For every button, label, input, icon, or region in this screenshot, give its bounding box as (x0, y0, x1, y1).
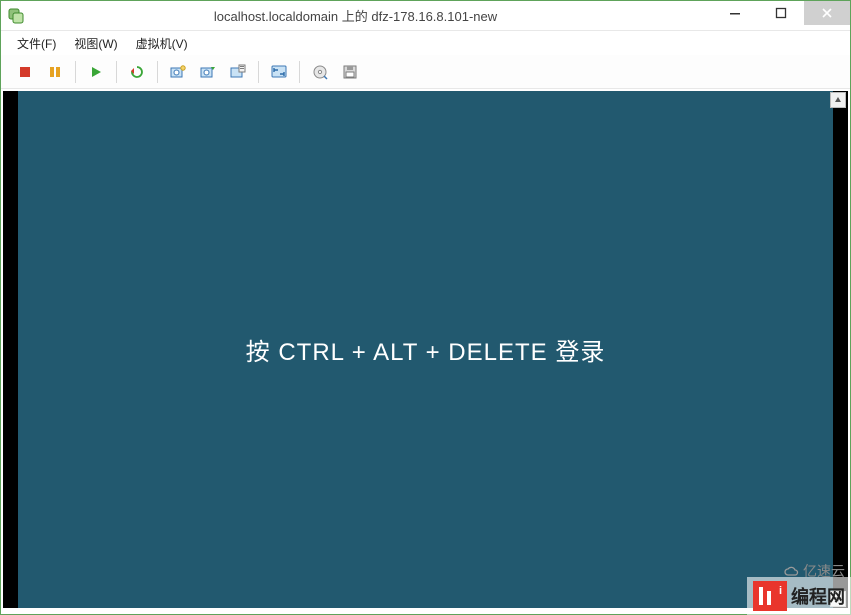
suspend-button[interactable] (41, 59, 69, 85)
toolbar (1, 55, 850, 89)
connect-floppy-button[interactable] (336, 59, 364, 85)
revert-snapshot-button[interactable] (224, 59, 252, 85)
window-title: localhost.localdomain 上的 dfz-178.16.8.10… (1, 6, 710, 25)
vmware-console-window: localhost.localdomain 上的 dfz-178.16.8.10… (0, 0, 851, 615)
connect-cd-button[interactable] (306, 59, 334, 85)
minimize-button[interactable] (712, 1, 758, 25)
close-button[interactable] (804, 1, 850, 25)
toolbar-separator (75, 61, 76, 83)
window-controls (712, 1, 850, 25)
reset-button[interactable] (123, 59, 151, 85)
brand-text: 编程网 (791, 583, 845, 609)
menu-vm[interactable]: 虚拟机(V) (130, 33, 194, 54)
scroll-up-button[interactable] (830, 92, 846, 108)
toolbar-separator (157, 61, 158, 83)
console-frame: 按 CTRL + ALT + DELETE 登录 (3, 91, 848, 608)
snapshot-button[interactable] (164, 59, 192, 85)
brand-logo-icon: i (753, 581, 787, 611)
vmware-app-icon (7, 7, 25, 25)
toolbar-separator (116, 61, 117, 83)
poweroff-button[interactable] (11, 59, 39, 85)
menu-file[interactable]: 文件(F) (11, 33, 62, 54)
snapshot-manager-button[interactable] (194, 59, 222, 85)
watermark-brand: i 编程网 (747, 577, 851, 615)
menu-view[interactable]: 视图(W) (68, 33, 123, 54)
guest-screen[interactable]: 按 CTRL + ALT + DELETE 登录 (18, 91, 833, 608)
poweron-button[interactable] (82, 59, 110, 85)
menubar: 文件(F) 视图(W) 虚拟机(V) (1, 31, 850, 55)
fullscreen-button[interactable] (265, 59, 293, 85)
maximize-button[interactable] (758, 1, 804, 25)
login-prompt: 按 CTRL + ALT + DELETE 登录 (246, 332, 606, 367)
titlebar: localhost.localdomain 上的 dfz-178.16.8.10… (1, 1, 850, 31)
toolbar-separator (258, 61, 259, 83)
toolbar-separator (299, 61, 300, 83)
